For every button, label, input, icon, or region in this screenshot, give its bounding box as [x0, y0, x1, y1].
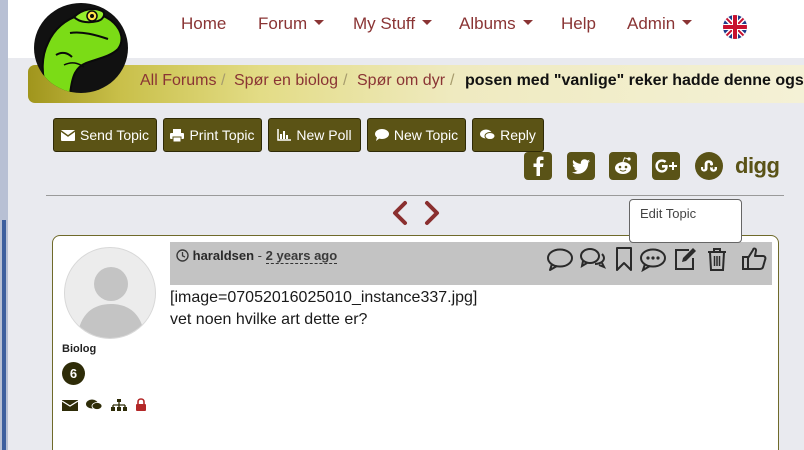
breadcrumb-all-forums[interactable]: All Forums	[140, 72, 216, 90]
comments-icon	[480, 129, 496, 140]
post-timestamp: 2 years ago	[265, 248, 338, 264]
edit-icon[interactable]	[671, 246, 699, 272]
divider	[46, 195, 784, 196]
stumbleupon-icon[interactable]	[695, 152, 723, 180]
google-plus-icon[interactable]	[652, 152, 680, 180]
site-logo[interactable]	[34, 3, 128, 93]
chevron-down-icon	[522, 20, 533, 26]
new-poll-button[interactable]: New Poll	[268, 118, 361, 152]
breadcrumb-spor-om-dyr[interactable]: Spør om dyr	[357, 72, 445, 90]
trash-icon[interactable]	[703, 246, 731, 272]
nav-home[interactable]: Home	[181, 14, 226, 34]
send-topic-label: Send Topic	[79, 127, 149, 143]
nav-admin[interactable]: Admin	[627, 14, 693, 34]
breadcrumb-spor-en-biolog[interactable]: Spør en biolog	[234, 72, 338, 90]
new-poll-label: New Poll	[296, 127, 352, 143]
printer-icon	[170, 128, 185, 142]
thumbs-up-icon[interactable]	[741, 246, 769, 272]
lock-icon[interactable]	[135, 398, 151, 412]
bar-chart-icon	[277, 129, 292, 141]
author-separator: -	[257, 248, 263, 263]
quote-comment-icon[interactable]	[639, 246, 667, 273]
post-count-badge: 6	[62, 362, 85, 385]
new-topic-label: New Topic	[393, 127, 459, 143]
user-role: Biolog	[62, 343, 97, 355]
new-topic-button[interactable]: New Topic	[367, 118, 466, 152]
twitter-icon[interactable]	[567, 152, 595, 180]
avatar[interactable]	[64, 247, 156, 339]
post-author-name[interactable]: haraldsen	[193, 248, 254, 263]
nav-forum[interactable]: Forum	[258, 14, 325, 34]
post-image-tag: [image=07052016025010_instance337.jpg]	[170, 289, 478, 306]
comments-icon[interactable]	[579, 246, 607, 272]
facebook-icon[interactable]	[524, 152, 552, 180]
post-body: [image=07052016025010_instance337.jpg] v…	[170, 287, 477, 331]
envelope-icon	[60, 129, 75, 141]
reply-button[interactable]: Reply	[472, 118, 544, 152]
envelope-icon[interactable]	[61, 398, 79, 412]
breadcrumb-separator: /	[343, 72, 348, 89]
tooltip-edit-topic: Edit Topic	[629, 199, 742, 243]
comment-icon	[374, 129, 389, 141]
send-topic-button[interactable]: Send Topic	[53, 118, 157, 152]
uk-flag-icon[interactable]	[723, 15, 747, 39]
previous-topic-icon[interactable]	[389, 200, 411, 226]
digg-link[interactable]: digg	[735, 153, 780, 179]
breadcrumb-separator: /	[221, 72, 226, 89]
reddit-icon[interactable]	[609, 152, 637, 180]
window-edge	[0, 0, 8, 450]
post-author-line: haraldsen - 2 years ago	[176, 248, 338, 264]
next-topic-icon[interactable]	[421, 200, 443, 226]
nav-my-stuff[interactable]: My Stuff	[353, 14, 433, 34]
bookmark-icon[interactable]	[610, 246, 638, 272]
nav-help[interactable]: Help	[561, 14, 596, 34]
clock-icon	[176, 249, 189, 262]
print-topic-button[interactable]: Print Topic	[163, 118, 262, 152]
comment-icon[interactable]	[546, 246, 574, 272]
chevron-down-icon	[314, 20, 325, 26]
post-text: vet noen hvilke art dette er?	[170, 311, 368, 328]
comments-icon[interactable]	[86, 398, 103, 412]
sitemap-icon[interactable]	[111, 398, 127, 412]
chevron-down-icon	[422, 20, 433, 26]
nav-albums[interactable]: Albums	[459, 14, 533, 34]
print-topic-label: Print Topic	[189, 127, 255, 143]
breadcrumb-current-topic: posen med "vanlige" reker hadde denne og…	[465, 72, 804, 89]
chevron-down-icon	[682, 20, 693, 26]
breadcrumb-separator: /	[450, 72, 455, 89]
reply-label: Reply	[500, 127, 536, 143]
